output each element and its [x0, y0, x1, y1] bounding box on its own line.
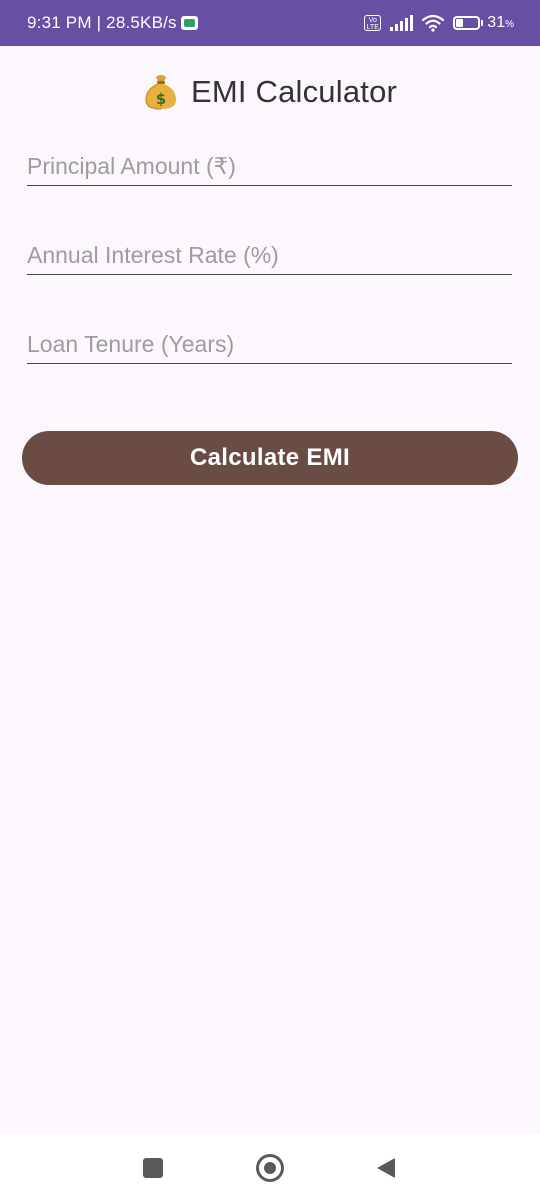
notification-app-icon — [180, 16, 198, 30]
page-title: EMI Calculator — [190, 74, 398, 109]
battery-fill — [456, 19, 464, 27]
loan-tenure-field-container — [27, 325, 512, 364]
back-triangle-shape — [377, 1158, 395, 1178]
principal-amount-input[interactable] — [27, 147, 512, 185]
app-header: $ EMI Calculator — [0, 68, 540, 116]
status-time-speed: 9:31 PM | 28.5KB/s — [27, 13, 177, 32]
home-icon[interactable] — [256, 1154, 284, 1182]
volte-icon: Vo LTE — [364, 15, 382, 31]
status-left: 9:31 PM | 28.5KB/s — [27, 0, 198, 46]
loan-tenure-input[interactable] — [27, 325, 512, 363]
principal-field-container — [27, 147, 512, 186]
interest-rate-field-container — [27, 236, 512, 275]
status-right: Vo LTE 31% — [364, 0, 514, 46]
battery-tip — [481, 20, 484, 26]
recents-icon[interactable] — [143, 1158, 163, 1178]
battery-percent: 31% — [487, 14, 514, 32]
navigation-bar — [0, 1134, 540, 1200]
battery-percent-unit: % — [505, 19, 514, 30]
battery-percent-value: 31 — [487, 14, 506, 31]
money-bag-icon: $ — [145, 75, 176, 110]
battery-indicator: 31% — [453, 14, 514, 32]
battery-icon — [453, 16, 481, 30]
wifi-icon — [422, 14, 445, 32]
signal-icon — [390, 15, 414, 31]
back-icon[interactable] — [376, 1157, 396, 1179]
status-bar: 9:31 PM | 28.5KB/s Vo LTE 31% — [0, 0, 540, 46]
calculate-emi-button[interactable]: Calculate EMI — [22, 431, 518, 485]
svg-text:$: $ — [156, 90, 166, 108]
interest-rate-input[interactable] — [27, 236, 512, 274]
